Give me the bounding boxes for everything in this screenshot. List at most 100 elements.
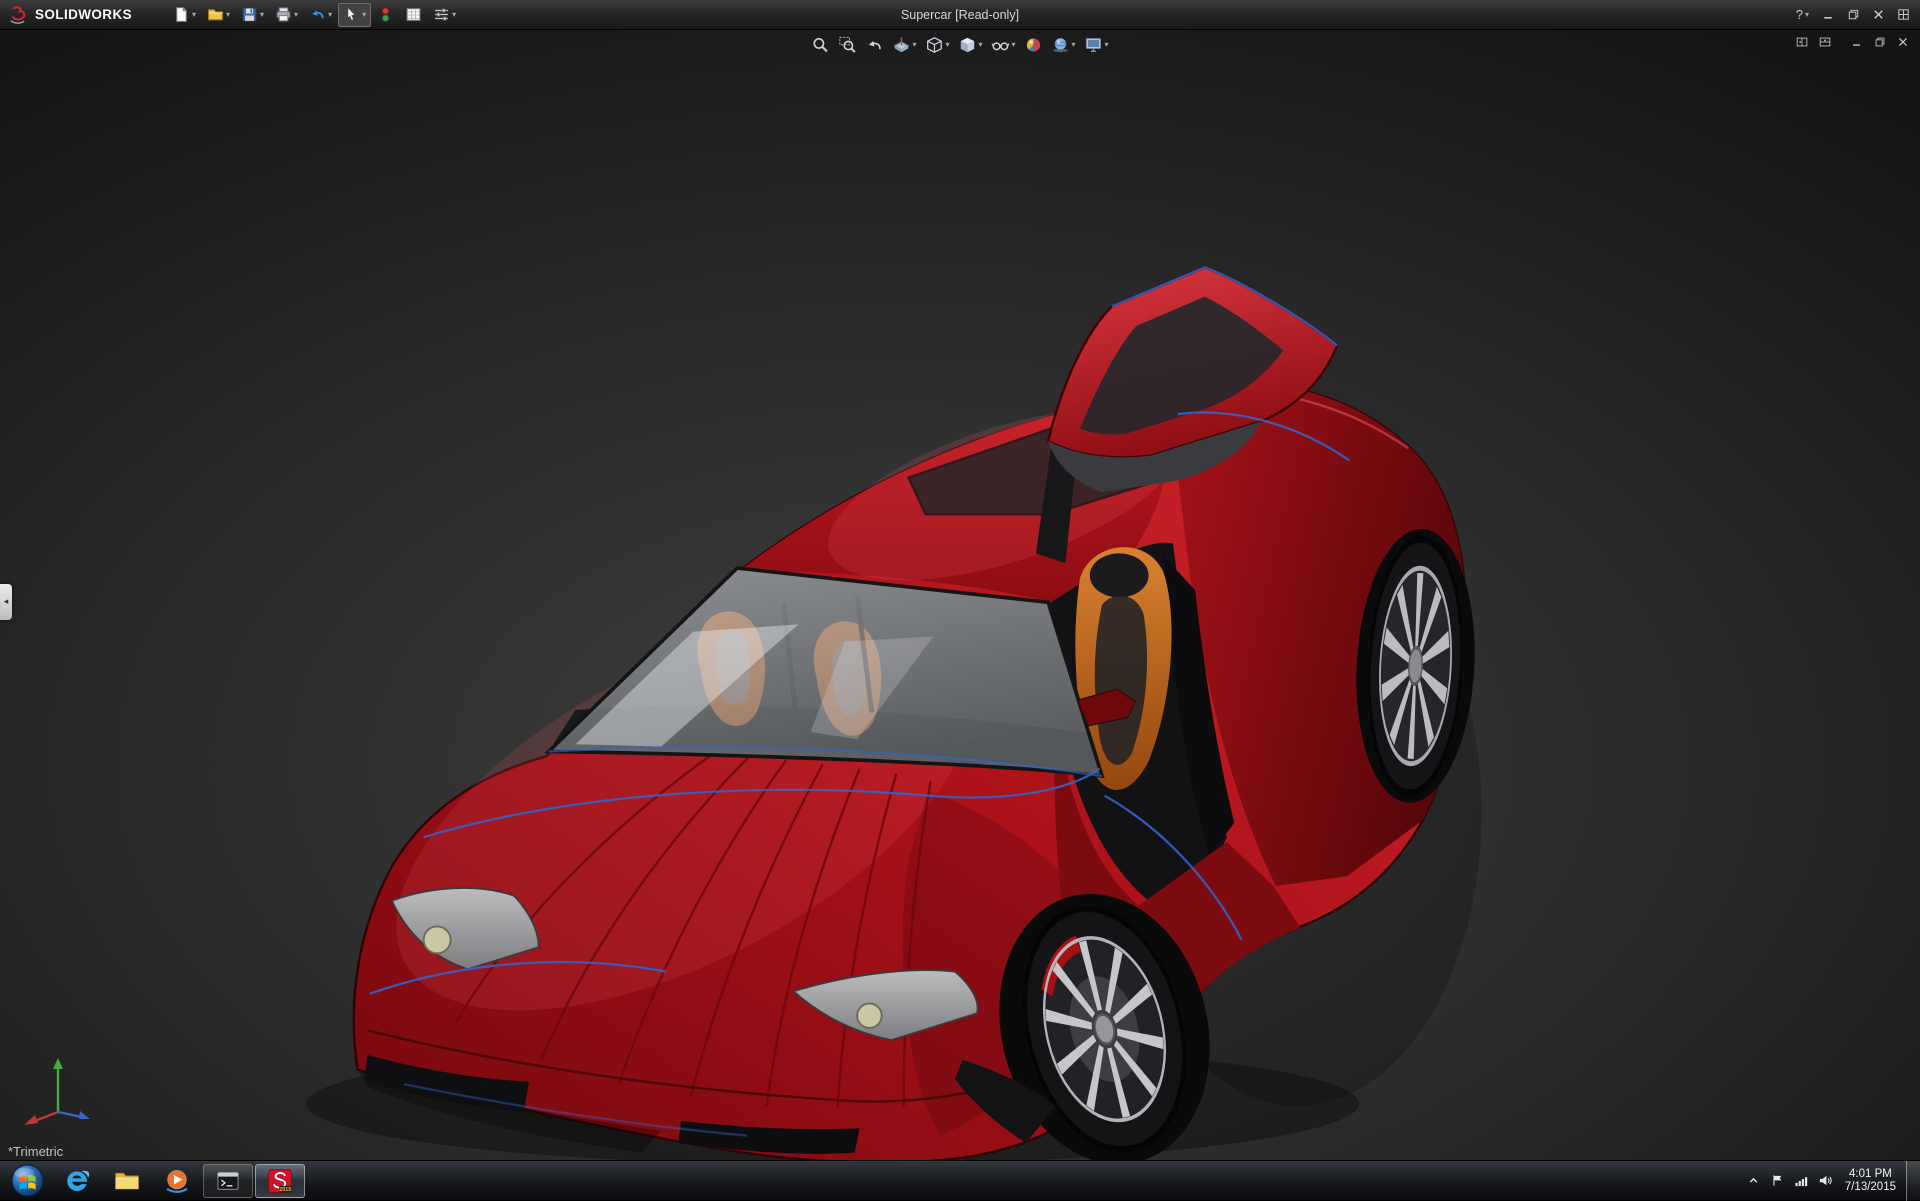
previous-view-icon bbox=[865, 36, 883, 54]
taskbar: 2015 4:01 PM 7/13/2015 bbox=[0, 1160, 1920, 1200]
dropdown-arrow-icon: ▾ bbox=[912, 41, 916, 49]
show-hidden-icons-button[interactable] bbox=[1743, 1168, 1765, 1194]
dropdown-arrow-icon: ▾ bbox=[978, 41, 982, 49]
new-document-button[interactable]: ▾ bbox=[168, 3, 201, 27]
heads-up-toolbar: ▾ ▾ ▾ ▾ ▾ ▾ bbox=[808, 32, 1111, 57]
solidworks-logo: SOLIDWORKS bbox=[0, 4, 142, 26]
network-status-icon bbox=[1794, 1173, 1809, 1188]
split-pane-horizontal-icon bbox=[1818, 35, 1832, 49]
network-status[interactable] bbox=[1791, 1168, 1813, 1194]
internet-explorer[interactable] bbox=[52, 1161, 102, 1201]
volume-control[interactable] bbox=[1815, 1168, 1837, 1194]
view-orientation-icon bbox=[925, 36, 943, 54]
headlight-right-lens bbox=[857, 1003, 881, 1027]
zoom-to-area-icon bbox=[838, 36, 856, 54]
internet-explorer-icon bbox=[63, 1167, 91, 1195]
file-explorer[interactable] bbox=[102, 1161, 152, 1201]
edit-appearance-icon bbox=[1025, 36, 1043, 54]
document-restore-button[interactable] bbox=[1871, 33, 1889, 51]
dropdown-arrow-icon: ▾ bbox=[1105, 41, 1109, 49]
taskbar-clock[interactable]: 4:01 PM 7/13/2015 bbox=[1837, 1168, 1906, 1194]
brand-name: SOLIDWORKS bbox=[35, 7, 132, 22]
view-settings-icon bbox=[1085, 36, 1103, 54]
rebuild-button[interactable] bbox=[372, 3, 399, 27]
split-pane-vertical-icon bbox=[1795, 35, 1809, 49]
dropdown-arrow-icon: ▾ bbox=[1805, 11, 1809, 19]
open-button[interactable]: ▾ bbox=[202, 3, 235, 27]
options-button[interactable]: ▾ bbox=[428, 3, 461, 27]
display-style-button[interactable]: ▾ bbox=[955, 32, 985, 57]
dropdown-arrow-icon: ▾ bbox=[226, 11, 230, 19]
file-properties-button[interactable] bbox=[400, 3, 427, 27]
action-center[interactable] bbox=[1767, 1168, 1789, 1194]
print-button[interactable]: ▾ bbox=[270, 3, 303, 27]
split-pane-vertical-button[interactable] bbox=[1793, 33, 1811, 51]
command-prompt[interactable] bbox=[203, 1164, 253, 1198]
display-style-icon bbox=[958, 36, 976, 54]
document-minimize-button[interactable] bbox=[1848, 33, 1866, 51]
zoom-to-fit-icon bbox=[811, 36, 829, 54]
file-properties-icon bbox=[405, 6, 422, 23]
close-button[interactable] bbox=[1867, 4, 1889, 26]
dropdown-arrow-icon: ▾ bbox=[294, 11, 298, 19]
zoom-to-area-button[interactable] bbox=[835, 32, 859, 57]
previous-view-button[interactable] bbox=[862, 32, 886, 57]
minimize-button[interactable] bbox=[1817, 4, 1839, 26]
document-close-button[interactable] bbox=[1894, 33, 1912, 51]
viewport-corner-controls bbox=[1793, 33, 1912, 51]
section-view-button[interactable]: ▾ bbox=[889, 32, 919, 57]
hide-show-items-button[interactable]: ▾ bbox=[989, 32, 1019, 57]
solidworks-2015-icon: 2015 bbox=[266, 1167, 294, 1195]
y-axis-arrow-icon bbox=[53, 1058, 63, 1069]
split-pane-horizontal-button[interactable] bbox=[1816, 33, 1834, 51]
headlight-left-lens bbox=[424, 926, 451, 953]
view-orientation-button[interactable]: ▾ bbox=[922, 32, 952, 57]
taskbar-apps: 2015 bbox=[0, 1161, 306, 1200]
start-icon bbox=[10, 1163, 45, 1198]
show-desktop-button[interactable] bbox=[1906, 1161, 1920, 1201]
collapse-arrow-icon: ◂ bbox=[4, 596, 9, 607]
select-button[interactable]: ▾ bbox=[338, 3, 371, 27]
clock-date: 7/13/2015 bbox=[1845, 1181, 1896, 1194]
undo-icon bbox=[309, 6, 326, 23]
media-player[interactable] bbox=[152, 1161, 202, 1201]
start-button[interactable] bbox=[2, 1161, 52, 1201]
restore-icon bbox=[1846, 7, 1861, 22]
new-document-icon bbox=[173, 6, 190, 23]
graphics-area[interactable]: ▾▾▾▾▾▾ *Trimetric ◂ bbox=[0, 30, 1920, 1160]
expand-toolbar-button[interactable] bbox=[1892, 4, 1914, 26]
document-close-icon bbox=[1896, 35, 1910, 49]
dropdown-arrow-icon: ▾ bbox=[362, 11, 366, 19]
document-minimize-icon bbox=[1850, 35, 1864, 49]
solidworks-logo-icon bbox=[8, 4, 30, 26]
headrest[interactable] bbox=[1090, 553, 1149, 597]
undo-button[interactable]: ▾ bbox=[304, 3, 337, 27]
section-view-icon bbox=[892, 36, 910, 54]
apply-scene-icon bbox=[1052, 36, 1070, 54]
help-button[interactable]: ? ▾ bbox=[1796, 7, 1809, 22]
restore-button[interactable] bbox=[1842, 4, 1864, 26]
featuremanager-flyout-tab[interactable]: ◂ bbox=[0, 584, 12, 620]
titlebar-right: ? ▾ bbox=[1796, 4, 1920, 26]
window-title: Supercar [Read-only] bbox=[901, 0, 1019, 30]
open-icon bbox=[207, 6, 224, 23]
apply-scene-button[interactable]: ▾ bbox=[1049, 32, 1079, 57]
expand-toolbar-icon bbox=[1896, 7, 1911, 22]
dropdown-arrow-icon: ▾ bbox=[1072, 41, 1076, 49]
edit-appearance-button[interactable] bbox=[1022, 32, 1046, 57]
action-center-icon bbox=[1770, 1173, 1785, 1188]
dropdown-arrow-icon: ▾ bbox=[328, 11, 332, 19]
save-button[interactable]: ▾ bbox=[236, 3, 269, 27]
titlebar: SOLIDWORKS ▾▾▾▾▾▾▾ Supercar [Read-only] … bbox=[0, 0, 1920, 30]
media-player-icon bbox=[163, 1167, 191, 1195]
supercar-model[interactable] bbox=[0, 30, 1920, 1160]
view-settings-button[interactable]: ▾ bbox=[1082, 32, 1112, 57]
dropdown-arrow-icon: ▾ bbox=[1012, 41, 1016, 49]
clock-time: 4:01 PM bbox=[1845, 1168, 1896, 1181]
svg-text:2015: 2015 bbox=[279, 1187, 291, 1193]
solidworks-2015[interactable]: 2015 bbox=[255, 1164, 305, 1198]
x-axis-arrow-icon bbox=[24, 1115, 38, 1125]
print-icon bbox=[275, 6, 292, 23]
document-window-controls bbox=[1848, 33, 1912, 51]
zoom-to-fit-button[interactable] bbox=[808, 32, 832, 57]
